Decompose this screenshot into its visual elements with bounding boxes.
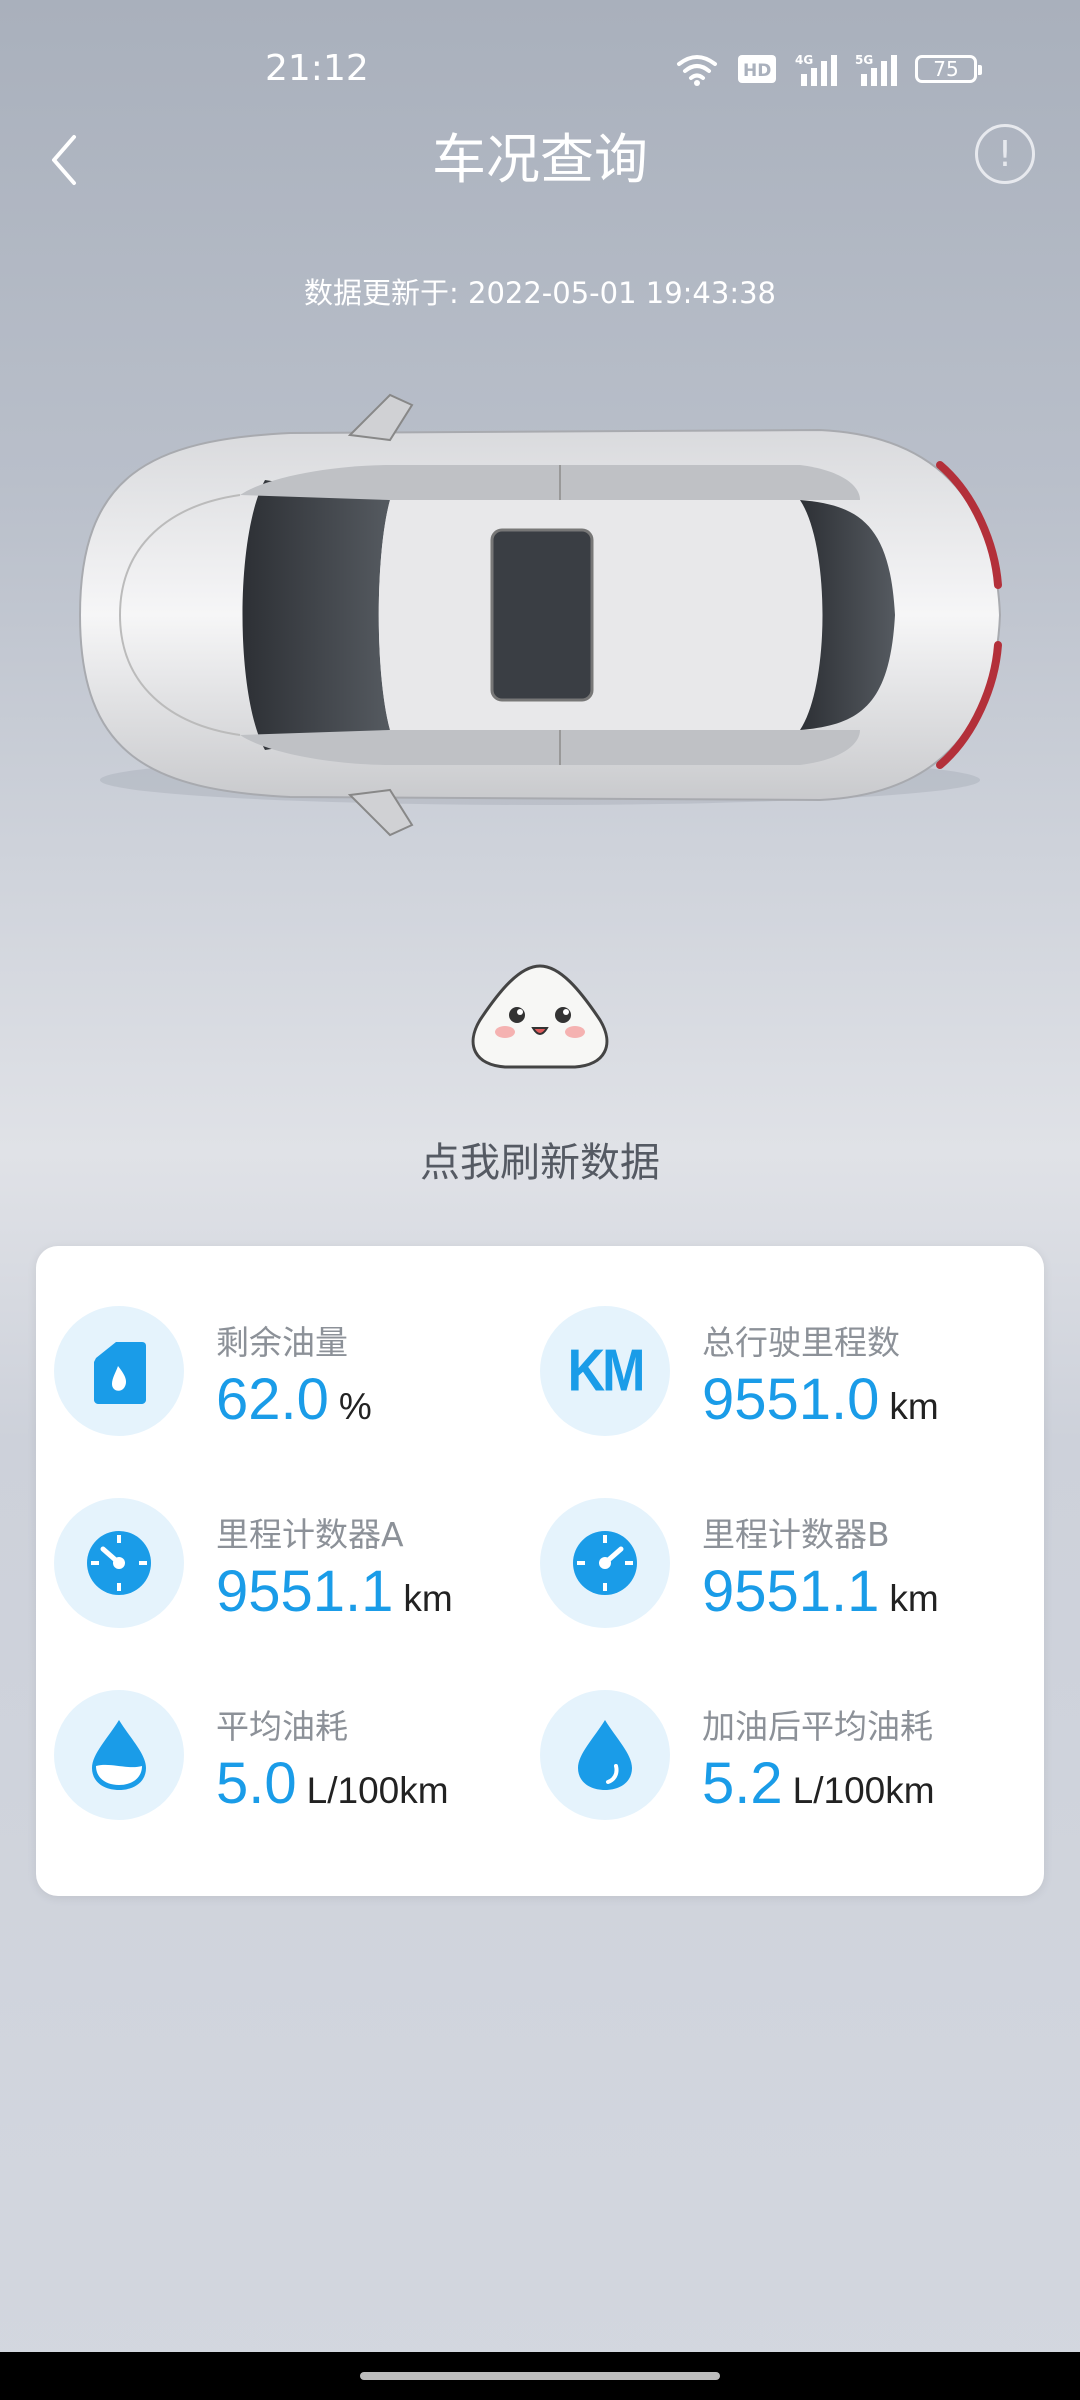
battery-level: 75 [933,57,959,81]
stat-unit: km [889,1578,939,1619]
half-drop-icon [54,1690,184,1820]
page-title: 车况查询 [432,128,648,191]
stat-avg-consumption: 平均油耗 5.0 L/100km [36,1690,516,1830]
stat-trip-b: 里程计数器B 9551.1 km [522,1498,1002,1638]
system-nav-bar [0,2352,1080,2400]
stat-avg-consumption-after-refuel: 加油后平均油耗 5.2 L/100km [522,1690,1002,1830]
stat-unit: % [338,1386,372,1427]
km-icon: KM [540,1306,670,1436]
back-button[interactable] [40,125,100,195]
stat-label: 里程计数器B [702,1515,890,1554]
fuel-can-icon [54,1306,184,1436]
signal-5g-icon: 5G [855,53,897,86]
info-icon: ! [997,133,1013,175]
status-bar: 21:12 HD 4G 5G 75 [0,0,1080,140]
stat-value: 9551.1 [702,1559,880,1624]
home-indicator[interactable] [360,2372,720,2380]
stat-unit: L/100km [306,1770,449,1811]
stat-trip-a: 里程计数器A 9551.1 km [36,1498,516,1638]
stat-label: 加油后平均油耗 [702,1707,933,1746]
info-button[interactable]: ! [975,124,1035,184]
stat-unit: L/100km [792,1770,935,1811]
vehicle-stats-card: 剩余油量 62.0% KM 总行驶里程数 9551.0 km 里程计数器A 95… [36,1246,1044,1896]
refresh-mascot-icon[interactable] [465,960,615,1070]
signal-5g-label: 5G [855,53,873,67]
refresh-data-button[interactable]: 点我刷新数据 [0,1130,1080,1188]
signal-4g-label: 4G [795,53,813,67]
stat-label: 剩余油量 [216,1323,348,1362]
car-image [78,393,1002,837]
stat-fuel-remaining: 剩余油量 62.0% [36,1306,516,1446]
chevron-left-icon [52,135,76,185]
drop-icon [540,1690,670,1820]
stat-value: 9551.1 [216,1559,394,1624]
hd-icon: HD [738,55,776,83]
gauge-icon [540,1498,670,1628]
stat-label: 总行驶里程数 [702,1323,900,1362]
hd-label: HD [743,61,771,81]
stat-label: 平均油耗 [216,1707,348,1746]
stat-unit: km [889,1386,939,1427]
wifi-icon [677,55,717,86]
gauge-icon [54,1498,184,1628]
stat-unit: km [403,1578,453,1619]
update-timestamp: 数据更新于: 2022-05-01 19:43:38 [304,276,776,310]
signal-4g-icon: 4G [795,53,837,86]
status-icons: HD 4G 5G 75 [675,52,982,86]
km-icon-text: KM [567,1337,646,1405]
stat-value: 9551.0 [702,1367,880,1432]
stat-total-mileage: KM 总行驶里程数 9551.0 km [522,1306,1002,1446]
stat-value: 5.0 [216,1751,297,1816]
stat-label: 里程计数器A [216,1515,404,1554]
stat-value: 62.0 [216,1367,329,1432]
battery-icon: 75 [915,55,982,83]
status-time: 21:12 [265,48,369,89]
stat-value: 5.2 [702,1751,783,1816]
